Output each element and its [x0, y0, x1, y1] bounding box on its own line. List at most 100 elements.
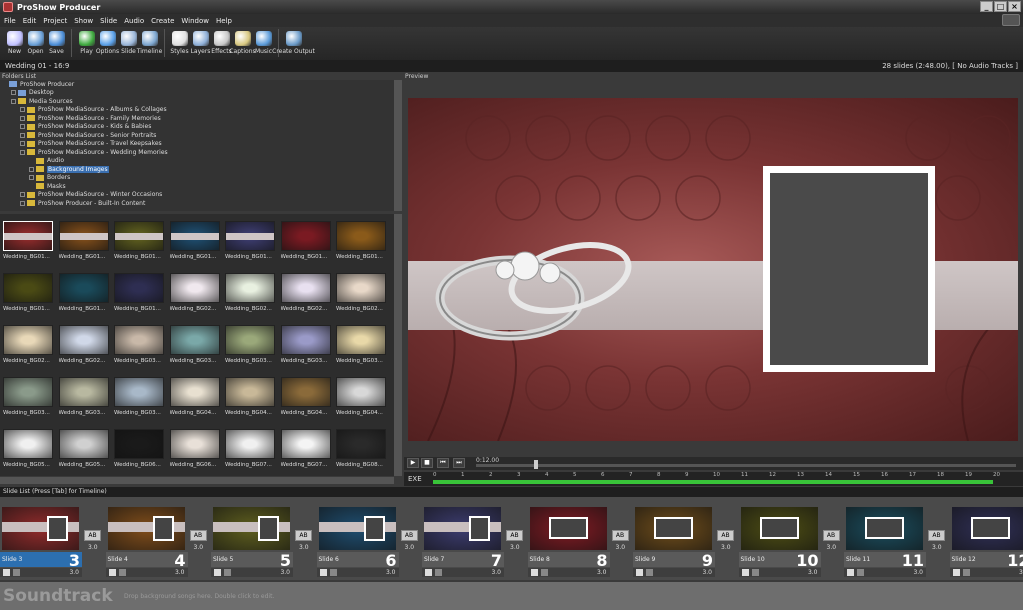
- transition-icon[interactable]: AB: [611, 530, 629, 541]
- slide-thumbnail[interactable]: [529, 507, 607, 550]
- menu-item-edit[interactable]: Edit: [23, 17, 37, 25]
- slide-item[interactable]: AB 3.0 Slide 4 4 3.0: [105, 497, 212, 580]
- slide-sound-icon[interactable]: [118, 569, 126, 576]
- menu-item-help[interactable]: Help: [216, 17, 232, 25]
- transition-icon[interactable]: AB: [189, 530, 207, 541]
- folder-row[interactable]: ProShow MediaSource - Travel Keepsakes: [0, 140, 402, 149]
- file-thumbnail[interactable]: Wedding_BG07...: [280, 429, 334, 476]
- folder-row[interactable]: ProShow MediaSource - Family Memories: [0, 114, 402, 123]
- slide-play-icon[interactable]: [319, 569, 327, 576]
- transition-icon[interactable]: AB: [84, 530, 101, 541]
- file-thumbnail[interactable]: Wedding_BG03...: [336, 325, 389, 377]
- expand-icon[interactable]: [11, 98, 16, 104]
- timeline-ruler[interactable]: EXE 0 1 2 3 4 5 6 7 8 9 10 11 12 13 14 15 16 17 18 19 20: [404, 472, 1023, 486]
- slide-sound-icon[interactable]: [646, 569, 653, 576]
- toolbar-new-button[interactable]: New: [4, 27, 25, 55]
- file-thumbnail[interactable]: Wedding_BG03...: [169, 325, 223, 377]
- minimize-button[interactable]: _: [980, 1, 993, 12]
- preview-canvas[interactable]: [408, 98, 1018, 441]
- file-thumbnail[interactable]: Wedding_BG06...: [169, 429, 223, 476]
- slide-play-icon[interactable]: [847, 569, 854, 576]
- transition-icon[interactable]: AB: [717, 530, 734, 541]
- expand-icon[interactable]: [20, 200, 25, 206]
- slide-item[interactable]: AB 3.0 Slide 11 11 3.0: [844, 497, 950, 580]
- file-thumbnail[interactable]: Wedding_BG03...: [114, 377, 167, 429]
- stop-button[interactable]: ■: [421, 458, 433, 468]
- toolbar-create-output-button[interactable]: Create Output: [272, 27, 315, 55]
- file-thumbnail[interactable]: Wedding_BG05...: [58, 429, 112, 476]
- slide-play-icon[interactable]: [3, 569, 10, 576]
- folder-row[interactable]: Audio: [0, 157, 402, 166]
- slide-thumbnail[interactable]: [740, 507, 818, 550]
- expand-icon[interactable]: [11, 90, 16, 96]
- file-thumbnail[interactable]: Wedding_BG01...: [169, 221, 223, 273]
- slide-item[interactable]: AB 3.0 Slide 3 3 3.0: [0, 497, 106, 580]
- expand-icon[interactable]: [20, 192, 25, 198]
- transition-icon[interactable]: AB: [928, 530, 945, 541]
- expand-icon[interactable]: [29, 166, 34, 172]
- slide-thumbnail[interactable]: [318, 507, 396, 550]
- slide-item[interactable]: AB 3.0 Slide 8 8 3.0: [527, 497, 634, 580]
- slide-play-icon[interactable]: [425, 569, 432, 576]
- file-thumbnail[interactable]: Wedding_BG02...: [169, 273, 223, 325]
- file-grid-scrollbar[interactable]: [394, 214, 402, 476]
- file-thumbnail[interactable]: Wedding_BG04...: [280, 377, 334, 429]
- slide-thumbnail[interactable]: [424, 507, 501, 550]
- toolbar-save-button[interactable]: Save: [46, 27, 67, 55]
- folder-row[interactable]: Borders: [0, 174, 402, 183]
- scrub-handle[interactable]: [534, 460, 538, 469]
- slide-sound-icon[interactable]: [751, 569, 759, 576]
- slide-thumbnail[interactable]: [846, 507, 923, 550]
- file-thumbnail[interactable]: Wedding_BG04...: [225, 377, 278, 429]
- file-thumbnail[interactable]: Wedding_BG02...: [3, 325, 56, 377]
- folder-row[interactable]: ProShow MediaSource - Winter Occasions: [0, 191, 402, 200]
- file-thumbnail[interactable]: Wedding_BG03...: [225, 325, 278, 377]
- expand-icon[interactable]: [20, 132, 25, 138]
- toolbar-options-button[interactable]: Options: [96, 27, 119, 55]
- toolbar-captions-button[interactable]: Captions: [229, 27, 256, 55]
- folder-row[interactable]: ProShow MediaSource - Wedding Memories: [0, 148, 402, 157]
- slide-sound-icon[interactable]: [435, 569, 442, 576]
- file-thumbnail[interactable]: Wedding_BG06...: [114, 429, 167, 476]
- file-thumbnail[interactable]: Wedding_BG08...: [336, 429, 389, 476]
- file-thumbnail[interactable]: Wedding_BG02...: [58, 325, 112, 377]
- maximize-button[interactable]: □: [994, 1, 1007, 12]
- file-thumbnail[interactable]: Wedding_BG01...: [114, 221, 167, 273]
- slide-sound-icon[interactable]: [962, 569, 970, 576]
- expand-icon[interactable]: [20, 107, 25, 113]
- previous-button[interactable]: ⏮: [437, 458, 449, 468]
- expand-icon[interactable]: [20, 149, 25, 155]
- file-thumbnail[interactable]: Wedding_BG02...: [280, 273, 334, 325]
- soundtrack-area[interactable]: Soundtrack Drop background songs here. D…: [0, 582, 1023, 610]
- play-button[interactable]: ▶: [407, 458, 419, 468]
- toolbar-layers-button[interactable]: Layers: [190, 27, 211, 55]
- slide-play-icon[interactable]: [741, 569, 749, 576]
- menu-item-file[interactable]: File: [4, 17, 16, 25]
- file-thumbnail[interactable]: Wedding_BG04...: [336, 377, 389, 429]
- toolbar-timeline-button[interactable]: Timeline: [137, 27, 162, 55]
- slide-play-icon[interactable]: [530, 569, 538, 576]
- file-thumbnail[interactable]: Wedding_BG01...: [280, 221, 334, 273]
- close-button[interactable]: ×: [1008, 1, 1021, 12]
- slide-item[interactable]: AB 3.0 Slide 6 6 3.0: [316, 497, 423, 580]
- slide-play-icon[interactable]: [108, 569, 116, 576]
- transition-icon[interactable]: AB: [400, 530, 418, 541]
- slide-thumbnail[interactable]: [213, 507, 290, 550]
- toolbar-open-button[interactable]: Open: [25, 27, 46, 55]
- menu-item-create[interactable]: Create: [151, 17, 174, 25]
- expand-icon[interactable]: [20, 124, 25, 130]
- slide-sound-icon[interactable]: [540, 569, 548, 576]
- slide-item[interactable]: AB 3.0 Slide 10 10 3.0: [738, 497, 845, 580]
- next-button[interactable]: ⏭: [453, 458, 465, 468]
- slide-item[interactable]: AB 3.0 Slide 5 5 3.0: [211, 497, 317, 580]
- file-thumbnail[interactable]: Wedding_BG03...: [58, 377, 112, 429]
- folder-row[interactable]: Background Images: [0, 165, 402, 174]
- slide-play-icon[interactable]: [952, 569, 960, 576]
- folder-row[interactable]: Desktop: [0, 89, 402, 98]
- scrub-bar[interactable]: [476, 464, 1016, 467]
- transition-icon[interactable]: AB: [506, 530, 523, 541]
- menu-item-show[interactable]: Show: [74, 17, 93, 25]
- file-thumbnail[interactable]: Wedding_BG01...: [225, 221, 278, 273]
- file-grid-hscrollbar[interactable]: [0, 477, 394, 484]
- file-thumbnail[interactable]: Wedding_BG03...: [114, 325, 167, 377]
